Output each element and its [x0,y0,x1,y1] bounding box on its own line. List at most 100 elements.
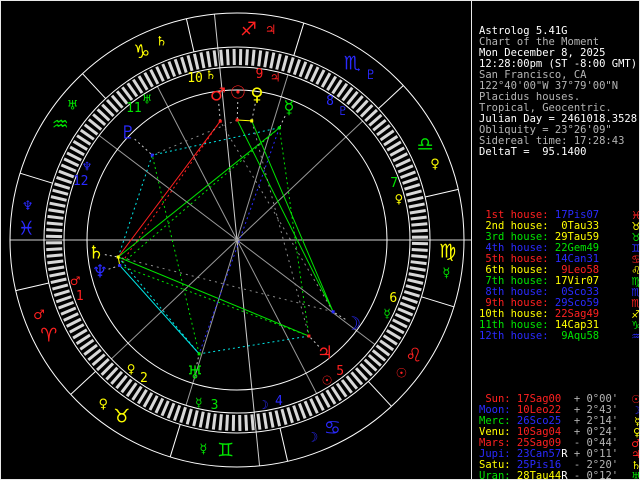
degree-tick [54,182,71,190]
sign-ruler-icon-Taurus: ♀ [98,397,108,412]
degree-tick [403,290,420,298]
planet-glyph-Uranus: ♅ [187,363,203,384]
degree-dot-Sun [235,118,239,122]
degree-tick [297,402,307,419]
degree-tick [392,152,409,163]
degree-tick [292,405,301,422]
sign-boundary-line [279,428,289,462]
degree-tick [251,49,256,66]
degree-tick [250,414,255,431]
aspect-line-Saturn-Uranus [117,256,200,355]
aspect-line-Sun-Moon [236,119,334,313]
sign-glyph-Sagittarius: ♐ [240,18,257,40]
degree-tick [56,176,73,185]
house-number-11: 11 [126,101,142,116]
degree-tick [407,195,424,203]
degree-tick [192,410,199,427]
sign-boundary-line [185,18,195,52]
degree-tick [405,284,422,292]
degree-tick [218,414,223,431]
header-line: DeltaT = 95.1400 [479,146,587,158]
sign-glyph-Leo: ♌ [405,344,422,366]
planet-glyph-Jupiter: ♃ [317,343,333,364]
planet-glyph-Mercury: ☿ [283,98,294,119]
aspect-line-Uranus-Pluto [151,154,200,354]
house-ruler-icon-4: ☽ [258,398,269,412]
degree-tick [160,400,170,417]
degree-tick [65,317,82,328]
degree-dot-Neptune [118,263,122,267]
degree-tick [161,63,171,80]
house-ruler-icon-12: ♆ [82,160,93,174]
degree-tick [263,51,269,68]
degree-tick [320,392,331,408]
degree-tick [206,51,212,68]
degree-tick [63,312,79,322]
degree-tick [286,407,294,424]
degree-tick [47,259,64,265]
house-label: 12th house: [479,330,549,342]
degree-tick [409,209,426,215]
degree-tick [49,201,66,208]
sign-glyph-Gemini: ♊ [217,440,234,462]
planet-glyph-Moon: ☽ [345,314,361,335]
aspect-line-Venus-Jupiter [251,120,310,337]
house-number-10: 10 [187,71,203,86]
degree-tick [389,146,405,157]
pointer-line-Moon [332,311,346,320]
degree-tick [280,408,288,425]
sign-ruler-icon-Scorpio: ♇ [365,68,377,83]
aspect-line-Sun-Pluto [152,119,238,156]
degree-tick [411,228,428,233]
aspect-line-Moon-Saturn [118,256,334,313]
degree-tick [143,72,154,88]
degree-tick [409,266,426,272]
degree-tick [399,301,416,311]
degree-tick [199,52,206,69]
sign-boundary-line [425,188,459,198]
aspect-line-Jupiter-Saturn [118,256,310,337]
degree-tick [58,300,75,310]
house-ruler-icon-7: ♀ [394,192,403,206]
degree-tick [269,52,276,69]
degree-tick [53,289,70,297]
house-ruler-icon-9: ♃ [270,70,281,84]
degree-tick [401,295,418,304]
degree-tick [173,404,182,421]
degree-tick [154,397,165,414]
sign-boundary-line [378,85,404,110]
sign-glyph-Aries: ♈ [40,324,57,346]
degree-tick [397,164,414,174]
degree-tick [304,63,314,80]
degree-tick [179,406,187,423]
degree-tick [155,66,165,82]
aspect-line-Mercury-Uranus [198,127,280,355]
degree-tick [185,408,193,425]
zodiac-sign-icon: ♒ [631,331,639,342]
degree-tick [407,278,424,285]
degree-tick [48,208,65,214]
degree-tick [411,254,428,259]
degree-tick [275,53,282,70]
planet-glyph-Saturn: ♄ [88,243,104,264]
sign-ruler-icon-Libra: ♀ [430,157,440,172]
house-number-12: 12 [73,174,89,189]
degree-tick [212,50,218,67]
degree-tick [411,222,428,227]
house-ruler-icon-8: ♇ [338,104,349,118]
degree-tick [47,214,64,220]
sign-boundary-line [15,282,49,292]
sign-ruler-icon-Leo: ☉ [396,366,408,381]
house-ruler-icon-2: ♀ [127,362,136,376]
degree-tick [69,323,85,334]
house-number-5: 5 [336,364,344,379]
degree-tick [198,411,205,428]
degree-tick [46,247,63,252]
degree-tick [48,265,65,271]
degree-tick [52,188,69,196]
degree-dot-Pluto [150,153,154,157]
sign-glyph-Capricorn: ♑ [133,41,150,63]
degree-dot-Mercury [277,126,281,130]
aspect-line-Venus-Moon [251,120,334,312]
degree-tick [46,253,63,258]
